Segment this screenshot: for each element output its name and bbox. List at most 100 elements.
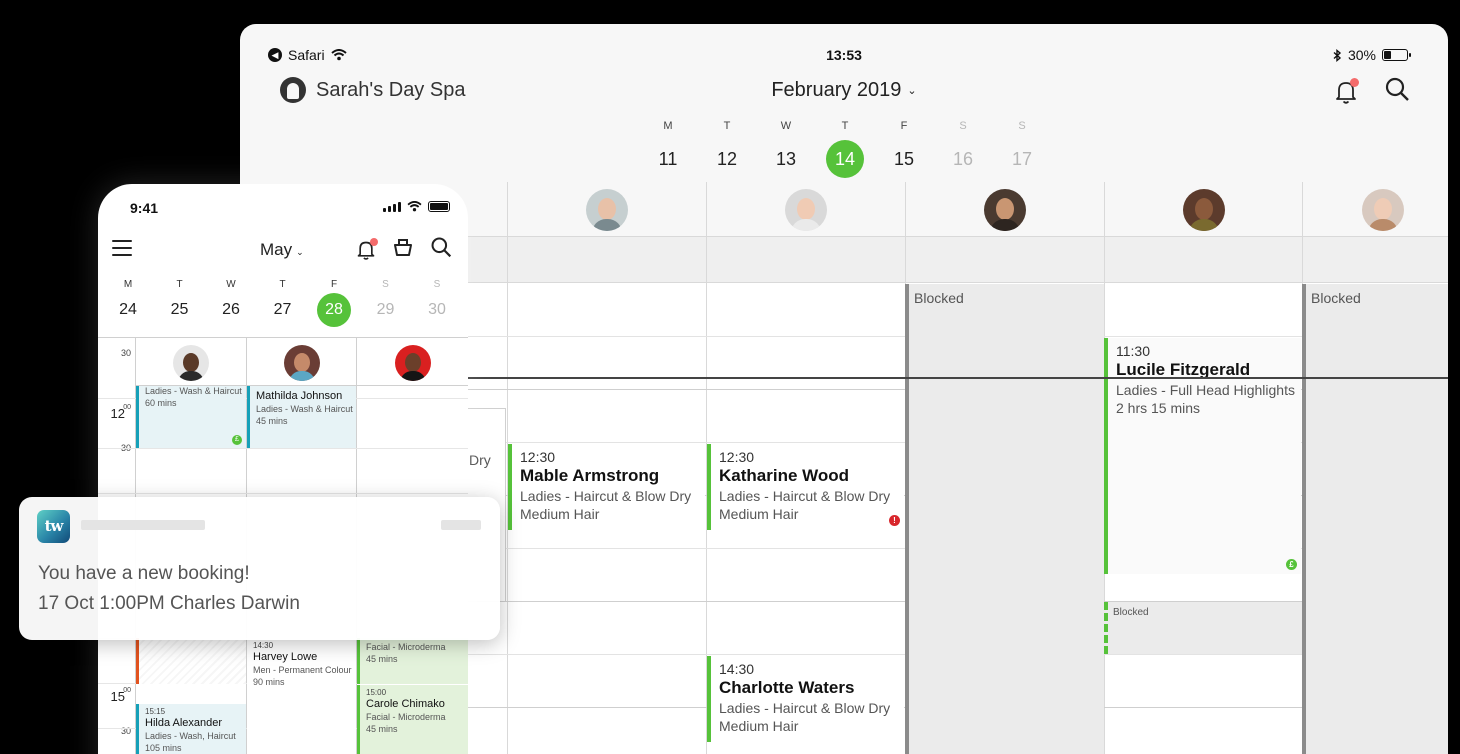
staff-avatar[interactable] [1183, 189, 1225, 231]
weekday-label: S [1018, 120, 1026, 132]
staff-avatar[interactable] [785, 189, 827, 231]
day-number: 15 [893, 149, 915, 169]
phone-week-day[interactable]: W 26 [214, 279, 248, 327]
alert-icon: ! [889, 515, 900, 526]
appointment-card[interactable]: 14:30 Harvey Lowe Men - Permanent Colour… [247, 638, 356, 754]
weekday-label: W [226, 279, 236, 290]
weekday-label: S [959, 120, 967, 132]
booking-notification[interactable]: tw You have a new booking! 17 Oct 1:00PM… [19, 497, 500, 640]
appointment-card[interactable]: 15:15 Hilda Alexander Ladies - Wash, Hai… [136, 704, 246, 754]
tablet-week-day[interactable]: F 15 [884, 120, 924, 178]
day-number: 27 [273, 301, 292, 318]
day-number: 12 [716, 149, 738, 169]
appointment-card[interactable]: 14:30 Charlotte Waters Ladies - Haircut … [707, 656, 904, 742]
battery-percent: 30% [1347, 47, 1376, 63]
staff-avatar[interactable] [283, 345, 320, 381]
redacted-timestamp [441, 520, 481, 530]
day-number: 13 [775, 149, 797, 169]
phone-header: May ⌄ [98, 236, 468, 266]
tablet-clock: 13:53 [826, 47, 862, 63]
redacted-app-name [81, 520, 205, 530]
basket-icon [394, 239, 412, 256]
header-actions [1334, 76, 1410, 107]
marketing-composite: ◀ Safari 13:53 30% Sarah's Day Spa Febru… [0, 0, 1460, 754]
hamburger-icon [112, 240, 132, 242]
paid-icon: £ [232, 435, 242, 445]
weekday-label: S [382, 279, 389, 290]
appointment-card[interactable]: 12:30 Katharine Wood Ladies - Haircut & … [707, 444, 904, 530]
day-number: 29 [376, 301, 395, 318]
blocked-slot[interactable]: Blocked [905, 284, 1104, 754]
chevron-down-icon: ⌄ [296, 247, 304, 257]
phone-screen: 9:41 May ⌄ M 24 T 25 W 26 T 27 F 28 S 29… [98, 184, 468, 754]
phone-week-day[interactable]: T 27 [266, 279, 300, 327]
tablet-week-day[interactable]: T 12 [707, 120, 747, 178]
bluetooth-icon [1333, 48, 1342, 62]
day-number: 30 [428, 301, 446, 318]
tablet-status-bar: ◀ Safari 13:53 30% [240, 24, 1448, 63]
notification-body: 17 Oct 1:00PM Charles Darwin [38, 593, 300, 614]
weekday-label: T [841, 120, 849, 132]
weekday-label: F [330, 279, 338, 290]
appointment-card[interactable]: Ladies - Wash & Haircut 60 mins £ [136, 386, 246, 448]
day-number: 24 [119, 301, 137, 318]
menu-button[interactable] [112, 240, 132, 256]
weekday-label: W [780, 120, 792, 132]
appointment-card[interactable]: Mathilda Johnson Ladies - Wash & Haircut… [247, 386, 356, 448]
staff-avatar[interactable] [984, 189, 1026, 231]
phone-week-day[interactable]: M 24 [111, 279, 145, 327]
day-number: 11 [658, 149, 678, 169]
appointment-card[interactable]: Facial - Microderma 45 mins [357, 638, 468, 684]
cellular-signal-icon [383, 201, 401, 212]
notification-dot [1350, 77, 1359, 87]
day-number: 26 [222, 301, 240, 318]
phone-status-bar: 9:41 [98, 200, 468, 220]
battery-icon [1382, 49, 1411, 61]
day-number: 17 [1011, 149, 1033, 169]
day-number: 25 [170, 301, 189, 318]
blocked-slot[interactable]: Blocked [1104, 602, 1302, 654]
appointment-card[interactable] [136, 638, 246, 684]
checkout-button[interactable] [392, 236, 414, 263]
notifications-button[interactable] [356, 237, 378, 262]
weekday-label: T [723, 120, 731, 132]
notification-title: You have a new booking! [38, 563, 250, 584]
staff-avatar[interactable] [586, 189, 628, 231]
tablet-week-day[interactable]: S 17 [1002, 120, 1042, 178]
app-logo-icon: tw [37, 510, 70, 543]
month-label: February 2019 [771, 79, 902, 101]
month-picker[interactable]: February 2019 ⌄ [240, 79, 1448, 102]
chevron-down-icon: ⌄ [907, 85, 917, 98]
tablet-week-day[interactable]: T 14 [825, 120, 865, 178]
search-icon [1385, 77, 1409, 101]
tablet-week-day[interactable]: M 11 [648, 120, 688, 178]
phone-week-day[interactable]: S 30 [420, 279, 454, 327]
battery-icon [428, 201, 450, 212]
phone-week-day[interactable]: T 25 [163, 279, 197, 327]
appointment-card[interactable]: 11:30 Lucile Fitzgerald Ladies - Full He… [1104, 338, 1301, 574]
weekday-label: S [433, 279, 441, 290]
blocked-slot[interactable]: Blocked [1302, 284, 1448, 754]
search-icon [431, 237, 452, 258]
notifications-button[interactable] [1334, 77, 1359, 106]
weekday-label: M [663, 120, 673, 132]
staff-avatar[interactable] [173, 345, 209, 381]
appointment-card[interactable]: 12:30 Mable Armstrong Ladies - Haircut &… [508, 444, 705, 530]
search-button[interactable] [1384, 76, 1410, 107]
day-number: 28 [317, 293, 351, 327]
tablet-week-day[interactable]: S 16 [943, 120, 983, 178]
day-number: 16 [952, 149, 974, 169]
month-picker[interactable]: May ⌄ [260, 240, 304, 260]
month-label: May [260, 240, 293, 259]
staff-avatar[interactable] [1361, 189, 1404, 231]
phone-week-day[interactable]: F 28 [317, 279, 351, 327]
phone-week-day[interactable]: S 29 [369, 279, 403, 327]
staff-avatar[interactable] [394, 345, 431, 381]
tablet-header: Sarah's Day Spa February 2019 ⌄ [240, 74, 1448, 114]
appointment-card[interactable]: 15:00 Carole Chimako Facial - Microderma… [357, 685, 468, 754]
search-button[interactable] [430, 236, 452, 263]
tablet-status-right: 30% [1333, 47, 1411, 63]
phone-clock: 9:41 [130, 200, 159, 216]
day-number: 14 [826, 140, 864, 178]
tablet-week-day[interactable]: W 13 [766, 120, 806, 178]
